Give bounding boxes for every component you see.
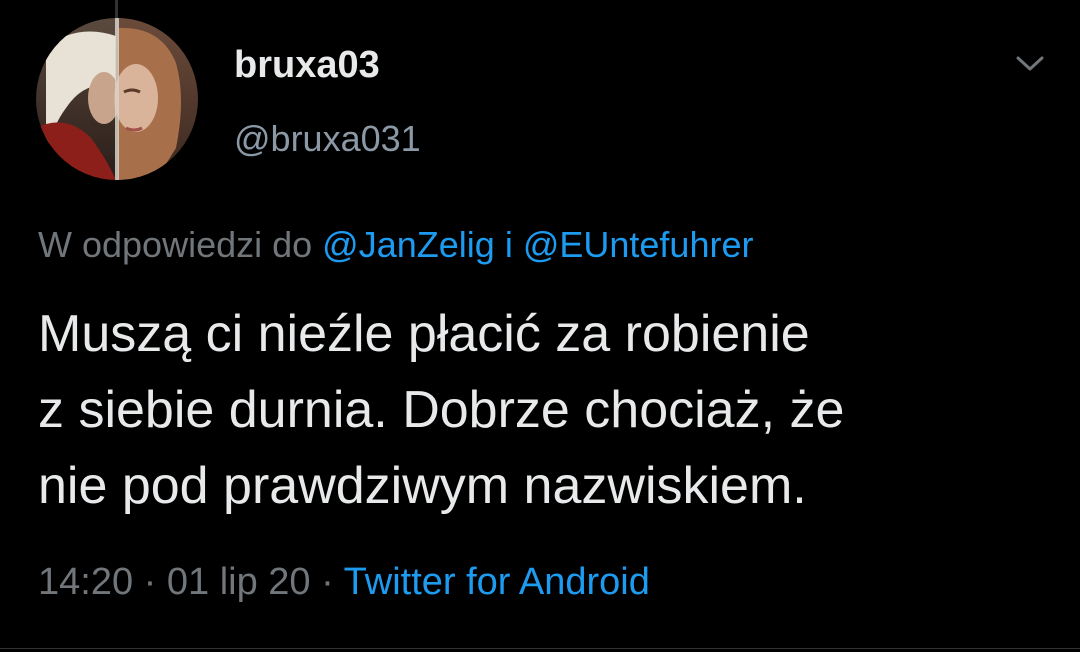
thread-line (115, 0, 118, 18)
author-display-name[interactable]: bruxa03 (234, 40, 380, 90)
tweet-text-line: z siebie durnia. Dobrze chociaż, że (38, 381, 845, 439)
reply-context: W odpowiedzi do @JanZelig i @EUntefuhrer (38, 222, 753, 268)
author-handle[interactable]: @bruxa031 (234, 115, 421, 163)
tweet-text: Muszą ci nieźle płacić za robienie z sie… (38, 296, 1058, 524)
tweet-time[interactable]: 14:20 (38, 561, 133, 603)
avatar[interactable] (36, 18, 198, 180)
divider (0, 648, 1080, 649)
meta-separator: · (321, 561, 334, 603)
meta-separator: · (143, 561, 157, 603)
avatar-image (36, 18, 198, 180)
tweet-meta: 14:20 · 01 lip 20 · Twitter for Android (38, 558, 650, 606)
tweet-source-link[interactable]: Twitter for Android (344, 561, 650, 603)
reply-conjunction: i (504, 224, 513, 265)
mention-link[interactable]: @EUntefuhrer (523, 224, 754, 265)
tweet-text-line: nie pod prawdziwym nazwiskiem. (38, 457, 807, 515)
mention-link[interactable]: @JanZelig (322, 224, 495, 265)
tweet-date[interactable]: 01 lip 20 (167, 561, 311, 603)
tweet-text-line: Muszą ci nieźle płacić za robienie (38, 305, 810, 363)
reply-prefix: W odpowiedzi do (38, 224, 313, 265)
chevron-down-icon[interactable] (1010, 48, 1050, 78)
